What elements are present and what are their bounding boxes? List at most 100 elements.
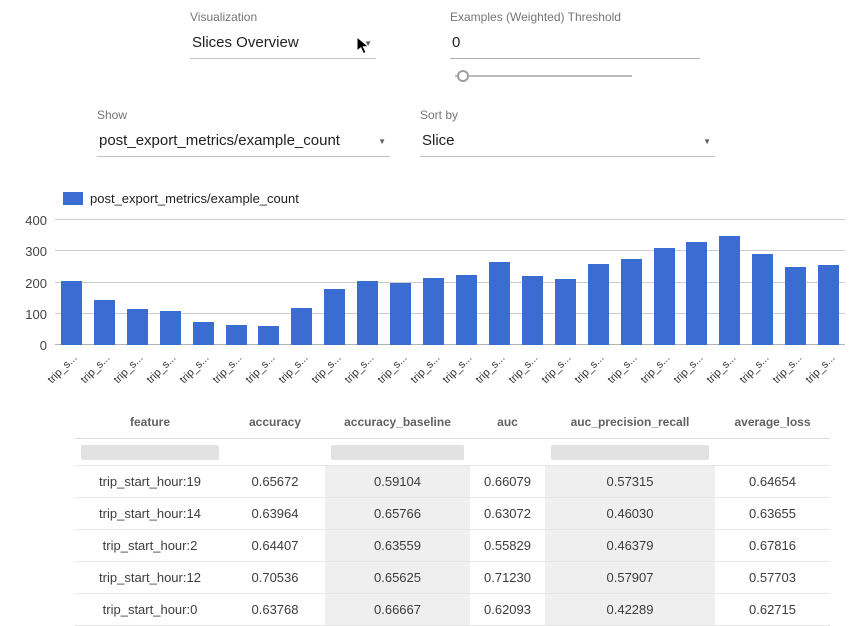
threshold-control: Examples (Weighted) Threshold 0 bbox=[450, 10, 700, 59]
bar[interactable] bbox=[61, 281, 82, 345]
table-cell: 0.63964 bbox=[225, 498, 325, 530]
y-axis-tick-label: 0 bbox=[3, 338, 47, 353]
bar[interactable] bbox=[127, 309, 148, 345]
filter-cell bbox=[225, 439, 325, 466]
bar[interactable] bbox=[588, 264, 609, 345]
bar-slot bbox=[582, 220, 615, 345]
table-cell: 0.66079 bbox=[470, 466, 545, 498]
metrics-table: featureaccuracyaccuracy_baselineaucauc_p… bbox=[75, 406, 830, 626]
sortby-dropdown[interactable]: Slice ▼ bbox=[420, 129, 715, 157]
threshold-input[interactable]: 0 bbox=[450, 31, 700, 59]
bar[interactable] bbox=[390, 283, 411, 346]
show-control: Show post_export_metrics/example_count ▼ bbox=[97, 108, 390, 157]
filter-box[interactable] bbox=[81, 445, 219, 460]
column-header-feature[interactable]: feature bbox=[75, 406, 225, 439]
table-cell: 0.66667 bbox=[325, 594, 470, 626]
bar[interactable] bbox=[160, 311, 181, 345]
bar[interactable] bbox=[818, 265, 839, 345]
example-count-bar-chart: 0100200300400 bbox=[55, 220, 845, 345]
show-dropdown[interactable]: post_export_metrics/example_count ▼ bbox=[97, 129, 390, 157]
x-label-slot: trip_s... bbox=[812, 347, 845, 399]
bar[interactable] bbox=[752, 254, 773, 345]
x-axis-label: trip_s... bbox=[46, 352, 80, 386]
bar[interactable] bbox=[456, 275, 477, 345]
table-cell: 0.65672 bbox=[225, 466, 325, 498]
sortby-control: Sort by Slice ▼ bbox=[420, 108, 715, 157]
table-row[interactable]: trip_start_hour:00.637680.666670.620930.… bbox=[75, 594, 830, 626]
bar[interactable] bbox=[621, 259, 642, 345]
show-label: Show bbox=[97, 108, 390, 124]
y-axis-tick-label: 200 bbox=[3, 276, 47, 291]
bar-series bbox=[55, 220, 845, 345]
slider-track[interactable] bbox=[455, 75, 632, 77]
y-axis-tick-label: 100 bbox=[3, 307, 47, 322]
threshold-slider[interactable] bbox=[455, 70, 632, 82]
bar[interactable] bbox=[654, 248, 675, 345]
table-cell: 0.57907 bbox=[545, 562, 715, 594]
filter-box[interactable] bbox=[551, 445, 709, 460]
bar[interactable] bbox=[686, 242, 707, 345]
filter-box[interactable] bbox=[331, 445, 464, 460]
table-cell: 0.65625 bbox=[325, 562, 470, 594]
column-header-accuracy[interactable]: accuracy bbox=[225, 406, 325, 439]
bar[interactable] bbox=[324, 289, 345, 345]
legend-swatch bbox=[63, 192, 83, 205]
bar-slot bbox=[154, 220, 187, 345]
table-row[interactable]: trip_start_hour:140.639640.657660.630720… bbox=[75, 498, 830, 530]
bar[interactable] bbox=[357, 281, 378, 345]
chevron-down-icon: ▼ bbox=[378, 137, 386, 146]
bar[interactable] bbox=[555, 279, 576, 345]
table-cell: 0.46030 bbox=[545, 498, 715, 530]
bar[interactable] bbox=[489, 262, 510, 345]
table-row[interactable]: trip_start_hour:20.644070.635590.558290.… bbox=[75, 530, 830, 562]
table-cell: 0.65766 bbox=[325, 498, 470, 530]
table-cell: trip_start_hour:0 bbox=[75, 594, 225, 626]
visualization-dropdown[interactable]: Slices Overview ▼ bbox=[190, 31, 376, 59]
table-cell: 0.59104 bbox=[325, 466, 470, 498]
bar[interactable] bbox=[258, 326, 279, 345]
bar[interactable] bbox=[719, 236, 740, 345]
y-axis-tick-label: 300 bbox=[3, 244, 47, 259]
bar[interactable] bbox=[193, 322, 214, 345]
table-cell: 0.71230 bbox=[470, 562, 545, 594]
filter-cell bbox=[470, 439, 545, 466]
bar[interactable] bbox=[423, 278, 444, 345]
bar[interactable] bbox=[291, 308, 312, 346]
bar[interactable] bbox=[522, 276, 543, 345]
filter-cell bbox=[545, 439, 715, 466]
column-header-auc[interactable]: auc bbox=[470, 406, 545, 439]
table-cell: 0.46379 bbox=[545, 530, 715, 562]
filter-cell bbox=[75, 439, 225, 466]
table-cell: trip_start_hour:2 bbox=[75, 530, 225, 562]
slicing-metrics-view: Visualization Slices Overview ▼ Examples… bbox=[0, 0, 863, 626]
bar-slot bbox=[713, 220, 746, 345]
table-row[interactable]: trip_start_hour:190.656720.591040.660790… bbox=[75, 466, 830, 498]
bar-slot bbox=[253, 220, 286, 345]
table-cell: 0.67816 bbox=[715, 530, 830, 562]
bar-slot bbox=[779, 220, 812, 345]
table-cell: 0.63559 bbox=[325, 530, 470, 562]
chart-legend: post_export_metrics/example_count bbox=[63, 191, 299, 206]
column-header-accuracy_baseline[interactable]: accuracy_baseline bbox=[325, 406, 470, 439]
mouse-cursor bbox=[356, 36, 372, 61]
legend-label: post_export_metrics/example_count bbox=[90, 191, 299, 206]
bar-slot bbox=[318, 220, 351, 345]
bar-slot bbox=[187, 220, 220, 345]
bar-slot bbox=[351, 220, 384, 345]
table-cell: 0.57315 bbox=[545, 466, 715, 498]
table-cell: 0.64654 bbox=[715, 466, 830, 498]
bar[interactable] bbox=[785, 267, 806, 345]
table-cell: 0.70536 bbox=[225, 562, 325, 594]
table-cell: trip_start_hour:12 bbox=[75, 562, 225, 594]
bar[interactable] bbox=[94, 300, 115, 345]
bar[interactable] bbox=[226, 325, 247, 345]
column-header-average_loss[interactable]: average_loss bbox=[715, 406, 830, 439]
table-row[interactable]: trip_start_hour:120.705360.656250.712300… bbox=[75, 562, 830, 594]
bar-slot bbox=[483, 220, 516, 345]
table-cell: trip_start_hour:14 bbox=[75, 498, 225, 530]
slider-thumb[interactable] bbox=[457, 70, 469, 82]
bar-slot bbox=[516, 220, 549, 345]
table-cell: 0.63768 bbox=[225, 594, 325, 626]
bar-slot bbox=[450, 220, 483, 345]
column-header-auc_precision_recall[interactable]: auc_precision_recall bbox=[545, 406, 715, 439]
